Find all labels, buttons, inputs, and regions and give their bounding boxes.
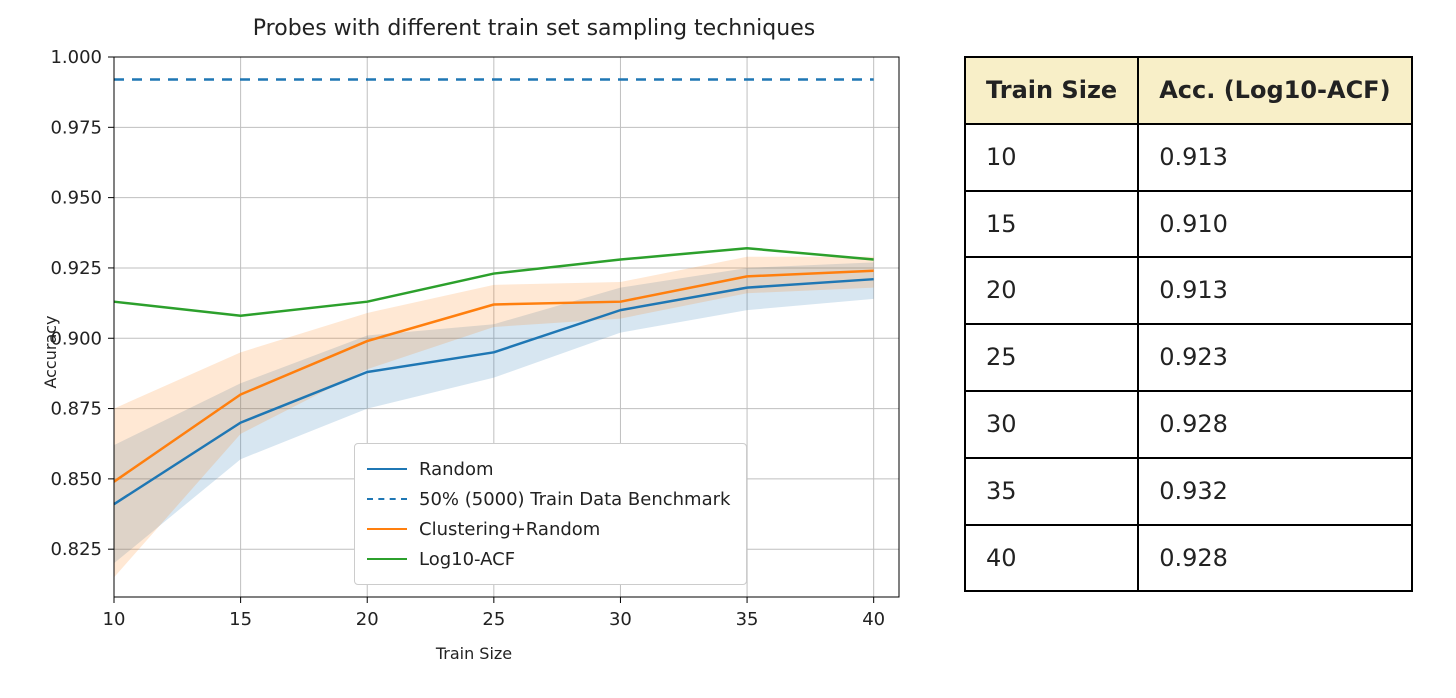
table-header-acc: Acc. (Log10-ACF)	[1138, 57, 1411, 124]
table-header-row: Train Size Acc. (Log10-ACF)	[965, 57, 1412, 124]
table-row: 150.910	[965, 191, 1412, 258]
svg-text:15: 15	[229, 609, 252, 630]
legend-label: Random	[419, 459, 494, 480]
x-axis-label: Train Size	[24, 644, 924, 663]
legend-label: Log10-ACF	[419, 549, 515, 570]
svg-text:35: 35	[736, 609, 759, 630]
svg-text:1.000: 1.000	[50, 47, 102, 68]
chart-stage: Accuracy 10 15 20 25 30 35 40 0.825 0.850 0.875 0.…	[24, 47, 924, 657]
table-row: 350.932	[965, 458, 1412, 525]
chart-title: Probes with different train set sampling…	[144, 16, 924, 41]
svg-text:30: 30	[609, 609, 632, 630]
legend: Random 50% (5000) Train Data Benchmark Clu…	[354, 443, 747, 585]
svg-text:25: 25	[482, 609, 505, 630]
legend-label: 50% (5000) Train Data Benchmark	[419, 489, 730, 510]
table-row: 200.913	[965, 257, 1412, 324]
legend-item: 50% (5000) Train Data Benchmark	[367, 484, 730, 514]
data-table: Train Size Acc. (Log10-ACF) 100.913150.9…	[964, 56, 1413, 592]
chart-column: Probes with different train set sampling…	[24, 16, 924, 657]
svg-text:0.975: 0.975	[50, 117, 102, 138]
table-row: 300.928	[965, 391, 1412, 458]
legend-label: Clustering+Random	[419, 519, 600, 540]
svg-text:20: 20	[356, 609, 379, 630]
table-column: Train Size Acc. (Log10-ACF) 100.913150.9…	[964, 16, 1413, 592]
svg-text:0.950: 0.950	[50, 188, 102, 209]
legend-item: Clustering+Random	[367, 514, 730, 544]
svg-text:0.875: 0.875	[50, 399, 102, 420]
svg-text:0.850: 0.850	[50, 469, 102, 490]
y-axis-label: Accuracy	[41, 315, 60, 388]
svg-text:0.825: 0.825	[50, 539, 102, 560]
legend-item: Log10-ACF	[367, 544, 730, 574]
svg-text:40: 40	[862, 609, 885, 630]
legend-item: Random	[367, 454, 730, 484]
figure-layout: Probes with different train set sampling…	[24, 16, 1432, 657]
table-row: 250.923	[965, 324, 1412, 391]
table-row: 100.913	[965, 124, 1412, 191]
table-header-trainsize: Train Size	[965, 57, 1138, 124]
svg-text:10: 10	[103, 609, 126, 630]
svg-text:0.925: 0.925	[50, 258, 102, 279]
table-row: 400.928	[965, 525, 1412, 592]
